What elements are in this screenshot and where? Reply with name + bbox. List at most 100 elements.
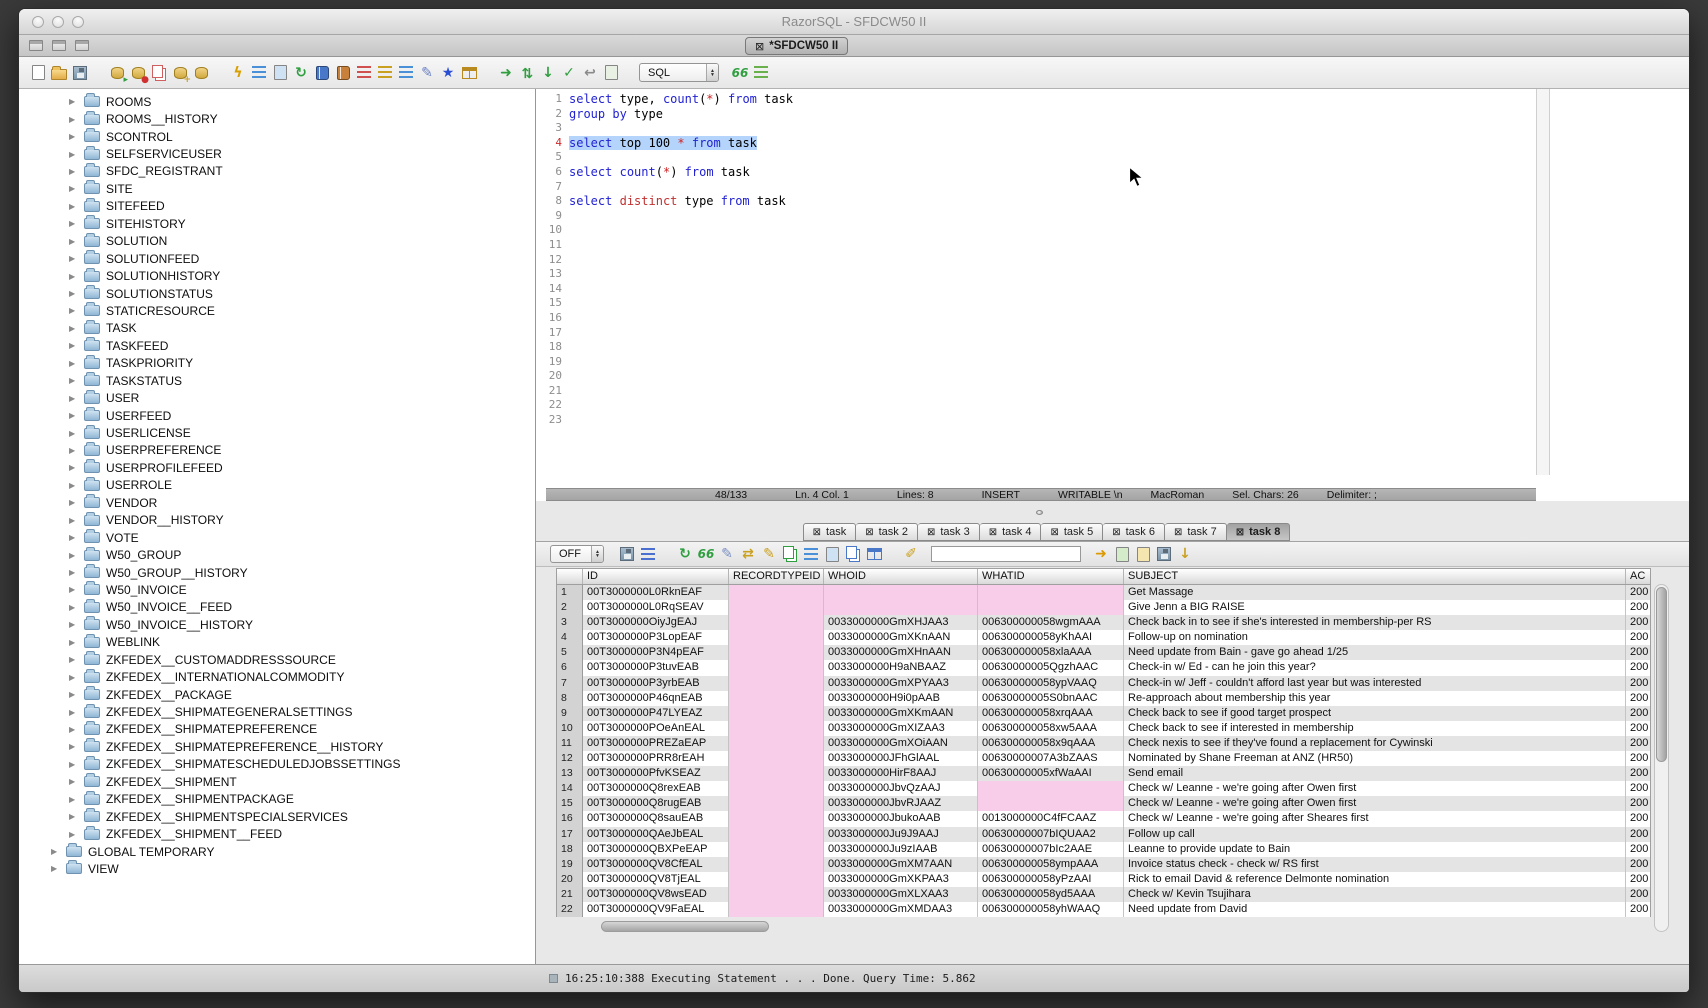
cell-whatid[interactable]: 00630000005xfWaAAI: [978, 766, 1124, 781]
table-row[interactable]: 2200T3000000QV9FaEAL0033000000GmXMDAA300…: [557, 902, 1650, 917]
results-tab-task-8[interactable]: ⊠task 8: [1227, 523, 1291, 541]
cell-whoid[interactable]: 0033000000GmXKnAAN: [824, 630, 978, 645]
cell-whatid[interactable]: 006300000058wgmAAA: [978, 615, 1124, 630]
view-log-icon[interactable]: [602, 64, 620, 82]
disclosure-triangle-icon[interactable]: ▶: [69, 150, 78, 159]
cell-recordtypeid[interactable]: [729, 751, 824, 766]
results-list-icon[interactable]: [355, 64, 373, 82]
row-number[interactable]: 16: [557, 811, 583, 826]
cell-subject[interactable]: Check nexis to see if they've found a re…: [1124, 736, 1626, 751]
row-number[interactable]: 1: [557, 585, 583, 600]
cell-whatid[interactable]: 006300000058xlaAAA: [978, 645, 1124, 660]
cell-recordtypeid[interactable]: [729, 842, 824, 857]
cell-subject[interactable]: Check back to see if good target prospec…: [1124, 706, 1626, 721]
disclosure-triangle-icon[interactable]: ▶: [69, 725, 78, 734]
stepper-icon[interactable]: ▲▼: [706, 64, 718, 81]
disclosure-triangle-icon[interactable]: ▶: [69, 690, 78, 699]
cell-whoid[interactable]: 0033000000GmXMDAA3: [824, 902, 978, 917]
cell-subject[interactable]: Check w/ Kevin Tsujihara: [1124, 887, 1626, 902]
cell-recordtypeid[interactable]: [729, 645, 824, 660]
cell-activitydate[interactable]: 200: [1626, 902, 1652, 917]
sidebar-item-selfserviceuser[interactable]: ▶SELFSERVICEUSER: [19, 145, 535, 162]
cell-whatid[interactable]: [978, 600, 1124, 615]
cell-id[interactable]: 00T3000000P3tuvEAB: [583, 660, 729, 675]
cell-subject[interactable]: Nominated by Shane Freeman at ANZ (HR50): [1124, 751, 1626, 766]
cell-subject[interactable]: Check-in w/ Jeff - couldn't afford last …: [1124, 676, 1626, 691]
cell-subject[interactable]: Check back to see if interested in membe…: [1124, 721, 1626, 736]
close-window-icon[interactable]: [32, 16, 44, 28]
messages-list-icon[interactable]: [752, 64, 770, 82]
cell-activitydate[interactable]: 200: [1626, 615, 1652, 630]
cell-activitydate[interactable]: 200: [1626, 706, 1652, 721]
cell-recordtypeid[interactable]: [729, 857, 824, 872]
table-row[interactable]: 900T3000000P47LYEAZ0033000000GmXKmAAN006…: [557, 706, 1650, 721]
cell-subject[interactable]: Check w/ Leanne - we're going after Owen…: [1124, 796, 1626, 811]
cell-whoid[interactable]: 0033000000GmXKmAAN: [824, 706, 978, 721]
cell-whoid[interactable]: 0033000000H9aNBAAZ: [824, 660, 978, 675]
export-table-icon[interactable]: [460, 64, 478, 82]
cell-subject[interactable]: Send email: [1124, 766, 1626, 781]
cell-whoid[interactable]: 0033000000JFhGlAAL: [824, 751, 978, 766]
disclosure-triangle-icon[interactable]: ▶: [69, 463, 78, 472]
cell-whatid[interactable]: 006300000058yd5AAA: [978, 887, 1124, 902]
commit-check-icon[interactable]: ✓: [560, 64, 578, 82]
cell-whoid[interactable]: 0033000000GmXHJAA3: [824, 615, 978, 630]
sidebar-item-vote[interactable]: ▶VOTE: [19, 529, 535, 546]
cell-id[interactable]: 00T3000000P46qnEAB: [583, 691, 729, 706]
disclosure-triangle-icon[interactable]: ▶: [69, 411, 78, 420]
disclosure-triangle-icon[interactable]: ▶: [69, 237, 78, 246]
column-header-WHOID[interactable]: WHOID: [824, 569, 978, 584]
sidebar-item-zkfedex-shipment[interactable]: ▶ZKFEDEX__SHIPMENT: [19, 773, 535, 790]
disconnect-database-icon[interactable]: ●: [129, 64, 147, 82]
sidebar-item-userrole[interactable]: ▶USERROLE: [19, 477, 535, 494]
cell-id[interactable]: 00T3000000PREZaEAP: [583, 736, 729, 751]
row-number[interactable]: 11: [557, 736, 583, 751]
cell-activitydate[interactable]: 200: [1626, 857, 1652, 872]
table-row[interactable]: 1000T3000000POeAnEAL0033000000GmXIZAA300…: [557, 721, 1650, 736]
cell-recordtypeid[interactable]: [729, 721, 824, 736]
cell-id[interactable]: 00T3000000QV8CfEAL: [583, 857, 729, 872]
cell-recordtypeid[interactable]: [729, 615, 824, 630]
cell-recordtypeid[interactable]: [729, 887, 824, 902]
edit-sql-icon[interactable]: ✎: [418, 64, 436, 82]
row-number[interactable]: 22: [557, 902, 583, 917]
sidebar-item-weblink[interactable]: ▶WEBLINK: [19, 634, 535, 651]
cell-id[interactable]: 00T3000000P47LYEAZ: [583, 706, 729, 721]
cell-recordtypeid[interactable]: [729, 827, 824, 842]
cell-subject[interactable]: Check w/ Leanne - we're going after Owen…: [1124, 781, 1626, 796]
disclosure-triangle-icon[interactable]: ▶: [69, 376, 78, 385]
close-tab-icon[interactable]: ⊠: [1050, 527, 1058, 538]
sidebar-item-userpreference[interactable]: ▶USERPREFERENCE: [19, 442, 535, 459]
save-file-icon[interactable]: [71, 64, 89, 82]
disclosure-triangle-icon[interactable]: ▶: [69, 708, 78, 717]
cell-whoid[interactable]: [824, 585, 978, 600]
cell-whoid[interactable]: 0033000000HirF8AAJ: [824, 766, 978, 781]
reload-arrows-icon[interactable]: ⇄: [518, 64, 536, 82]
sidebar-item-w50-invoice-feed[interactable]: ▶W50_INVOICE__FEED: [19, 599, 535, 616]
edit-note-icon[interactable]: [1134, 545, 1152, 563]
disclosure-triangle-icon[interactable]: ▶: [69, 184, 78, 193]
close-tab-icon[interactable]: ⊠: [813, 527, 821, 538]
table-info-icon[interactable]: [823, 545, 841, 563]
sidebar-item-userfeed[interactable]: ▶USERFEED: [19, 407, 535, 424]
query-builder-icon[interactable]: [376, 64, 394, 82]
cell-id[interactable]: 00T3000000P3LopEAF: [583, 630, 729, 645]
sidebar-item-sfdc-registrant[interactable]: ▶SFDC_REGISTRANT: [19, 163, 535, 180]
cell-whoid[interactable]: 0033000000GmXPYAA3: [824, 676, 978, 691]
disclosure-triangle-icon[interactable]: ▶: [69, 638, 78, 647]
cell-activitydate[interactable]: 200: [1626, 887, 1652, 902]
table-row[interactable]: 600T3000000P3tuvEAB0033000000H9aNBAAZ006…: [557, 660, 1650, 675]
highlight-brush-icon[interactable]: ✐: [902, 545, 920, 563]
results-vertical-scrollbar[interactable]: [1654, 584, 1669, 932]
cell-whatid[interactable]: 00630000007A3bZAAS: [978, 751, 1124, 766]
cell-subject[interactable]: Leanne to provide update to Bain: [1124, 842, 1626, 857]
sidebar-item-solutionstatus[interactable]: ▶SOLUTIONSTATUS: [19, 285, 535, 302]
table-row[interactable]: 500T3000000P3N4pEAF0033000000GmXHnAAN006…: [557, 645, 1650, 660]
sidebar-item-taskstatus[interactable]: ▶TASKSTATUS: [19, 372, 535, 389]
sidebar-item-taskfeed[interactable]: ▶TASKFEED: [19, 337, 535, 354]
sidebar-item-vendor-history[interactable]: ▶VENDOR__HISTORY: [19, 512, 535, 529]
cell-recordtypeid[interactable]: [729, 766, 824, 781]
disclosure-triangle-icon[interactable]: ▶: [69, 97, 78, 106]
cell-subject[interactable]: Check back in to see if she's interested…: [1124, 615, 1626, 630]
cell-whatid[interactable]: 00630000007bIQUAA2: [978, 827, 1124, 842]
